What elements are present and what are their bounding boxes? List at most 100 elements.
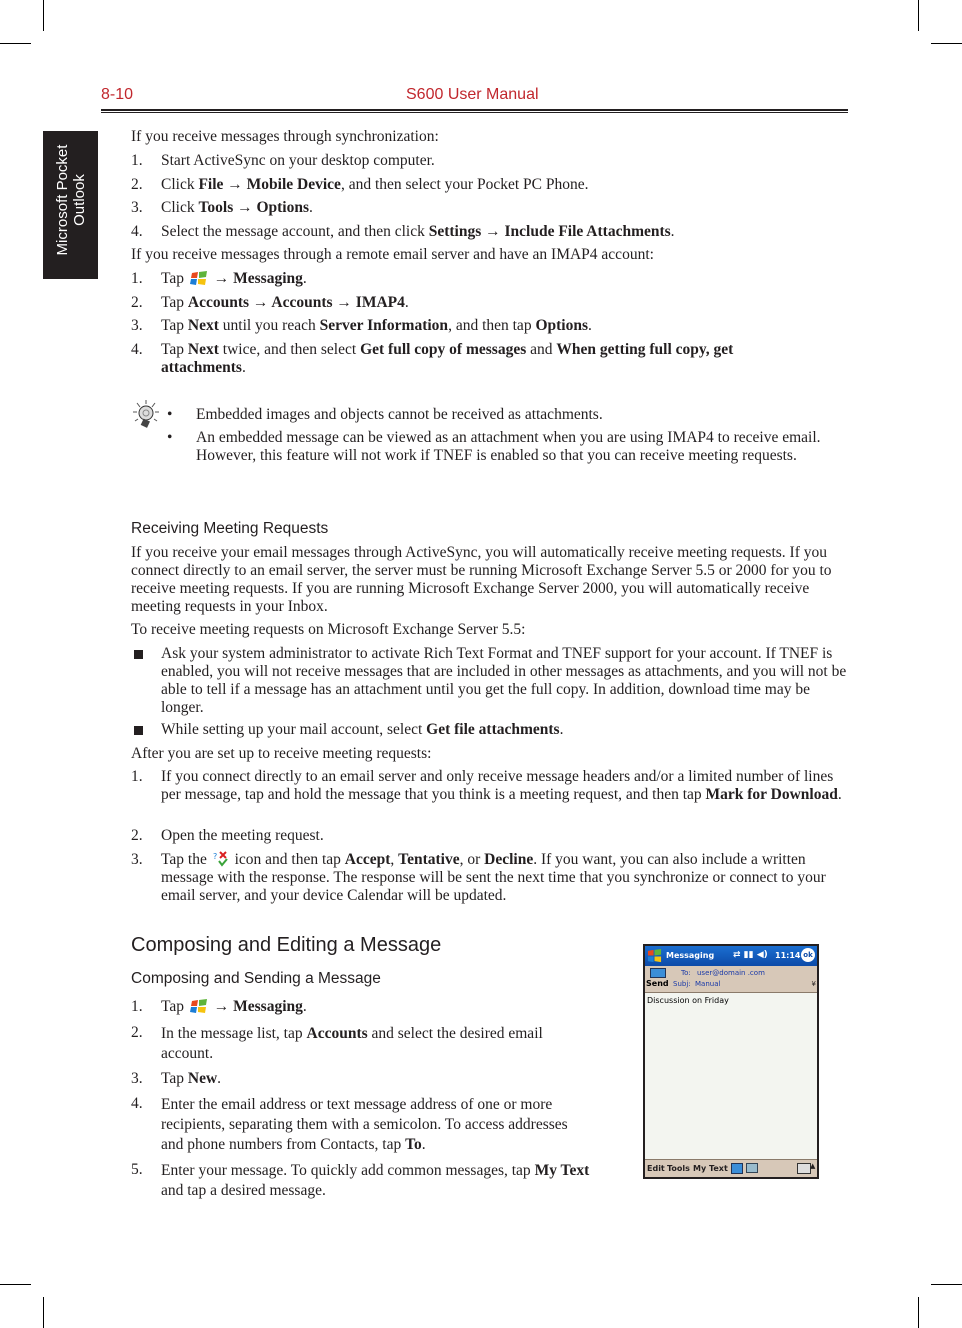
bold-term: Settings → Include File Attachments [428, 223, 671, 240]
send-icon [650, 968, 666, 978]
title-bar: Messaging ⇄ ▮▮ ◀) 11:14 ok [645, 946, 817, 966]
text-run: icon and then tap [230, 851, 345, 868]
to-label[interactable]: To: [681, 969, 691, 977]
text-run: . [670, 223, 675, 240]
bullet-marker: • [167, 429, 173, 446]
expand-icon[interactable]: ¥ [812, 980, 816, 988]
text-run: until you reach [218, 317, 320, 334]
step-text: Tap the ? icon and then tap Accept, Tent… [161, 851, 851, 905]
signal-icon: ⇄ ▮▮ ◀) [733, 950, 768, 960]
bold-term: File → Mobile Device [198, 176, 341, 193]
step-text: In the message list, tap Accounts and se… [161, 1024, 581, 1064]
bold-term: Decline [484, 851, 534, 868]
bold-term: Accounts → Accounts → IMAP4 [187, 294, 405, 311]
bold-term: Options [535, 317, 589, 334]
bold-term: Next [187, 317, 219, 334]
paragraph: If you receive your email messages throu… [131, 544, 832, 615]
input-arrow-icon[interactable]: ▲ [810, 1162, 815, 1170]
windows-start-icon [647, 948, 662, 963]
crop-mark [931, 1284, 962, 1285]
side-tab-line: Outlook [71, 174, 88, 226]
text-run: Enter the email address or text message … [161, 1096, 568, 1153]
step-number: 2. [131, 176, 143, 193]
text-run: , and then select your Pocket PC Phone. [340, 176, 589, 193]
paragraph: If you receive messages through a remote… [131, 246, 654, 263]
text-run: → [209, 270, 234, 287]
attach-icon[interactable] [746, 1163, 758, 1173]
text-run: In the message list, tap [161, 1025, 307, 1042]
paragraph: After you are set up to receive meeting … [131, 745, 432, 762]
step-text: Start ActiveSync on your desktop compute… [161, 152, 435, 170]
contacts-icon[interactable] [731, 1163, 743, 1174]
text-run: . [421, 1136, 426, 1153]
tip-text: Embedded images and objects cannot be re… [196, 406, 603, 423]
paragraph: If you receive messages through synchron… [131, 128, 439, 145]
menu-edit[interactable]: Edit [647, 1164, 665, 1173]
text-run: → [209, 998, 234, 1015]
text-run: Tap [161, 270, 188, 287]
step-text: Click File → Mobile Device, and then sel… [161, 176, 588, 194]
text-run: , and then tap [448, 317, 536, 334]
subject-label: Subj: [673, 980, 691, 988]
step-number: 1. [131, 152, 143, 169]
subsection-heading: Composing and Sending a Message [131, 970, 381, 987]
step-number: 3. [131, 317, 143, 334]
step-number: 3. [131, 1070, 143, 1087]
bold-term: Get file attachments [426, 721, 560, 738]
bold-term: New [187, 1070, 218, 1087]
text-run: . [217, 1070, 222, 1087]
step-number: 4. [131, 341, 143, 358]
keyboard-icon[interactable] [797, 1163, 811, 1174]
bold-term: Server Information [319, 317, 449, 334]
chapter-side-tab: Microsoft Pocket Outlook [43, 131, 98, 279]
message-body[interactable]: Discussion on Friday [647, 996, 729, 1005]
step-text: Enter your message. To quickly add commo… [161, 1161, 591, 1201]
menu-my-text[interactable]: My Text [693, 1164, 728, 1173]
section-heading: Receiving Meeting Requests [131, 520, 329, 537]
text-run: While setting up your mail account, sele… [161, 721, 427, 738]
step-number: 1. [131, 768, 143, 785]
meeting-response-icon: ? [213, 851, 229, 867]
text-run: Tap the [161, 851, 211, 868]
section-heading: Composing and Editing a Message [131, 934, 442, 956]
crop-mark [0, 1284, 31, 1285]
bold-term: Accounts [306, 1025, 368, 1042]
text-run: Click [161, 199, 199, 216]
text-run: . [302, 270, 307, 287]
bold-term: Next [187, 341, 219, 358]
crop-mark [0, 43, 31, 44]
device-screenshot: Messaging ⇄ ▮▮ ◀) 11:14 ok Send To: user… [643, 944, 819, 1179]
step-text: Click Tools → Options. [161, 199, 313, 217]
text-run: , [390, 851, 399, 868]
text-run: and [526, 341, 557, 358]
step-text: If you connect directly to an email serv… [161, 768, 851, 804]
text-run: Open the meeting request. [161, 827, 324, 844]
bold-term: Messaging [233, 270, 303, 287]
step-text: Tap Next twice, and then select Get full… [161, 341, 821, 377]
svg-text:?: ? [213, 852, 217, 861]
bold-term: Get full copy of messages [360, 341, 527, 358]
clock: 11:14 [775, 951, 801, 960]
text-run: Tap [161, 317, 188, 334]
text-run: . [404, 294, 409, 311]
step-number: 1. [131, 270, 143, 287]
bullet-text: While setting up your mail account, sele… [161, 721, 563, 739]
text-run: . [559, 721, 564, 738]
bold-term: Messaging [233, 998, 303, 1015]
to-field[interactable]: user@domain .com [697, 969, 765, 977]
text-run: . [837, 786, 842, 803]
bold-term: Tentative [398, 851, 460, 868]
step-text: Tap Accounts → Accounts → IMAP4. [161, 294, 409, 312]
menu-tools[interactable]: Tools [667, 1164, 690, 1173]
windows-start-icon [189, 270, 208, 286]
ok-button[interactable]: ok [801, 948, 815, 962]
send-button[interactable]: Send [646, 979, 669, 988]
step-text: Tap New. [161, 1070, 221, 1088]
header-rule [101, 112, 848, 113]
menu-bar: Edit Tools My Text ▲ [645, 1159, 817, 1177]
subject-field[interactable]: Manual [695, 980, 720, 988]
text-run: Tap [161, 294, 188, 311]
step-text: Enter the email address or text message … [161, 1095, 581, 1155]
crop-mark [918, 0, 919, 31]
step-number: 2. [131, 294, 143, 311]
